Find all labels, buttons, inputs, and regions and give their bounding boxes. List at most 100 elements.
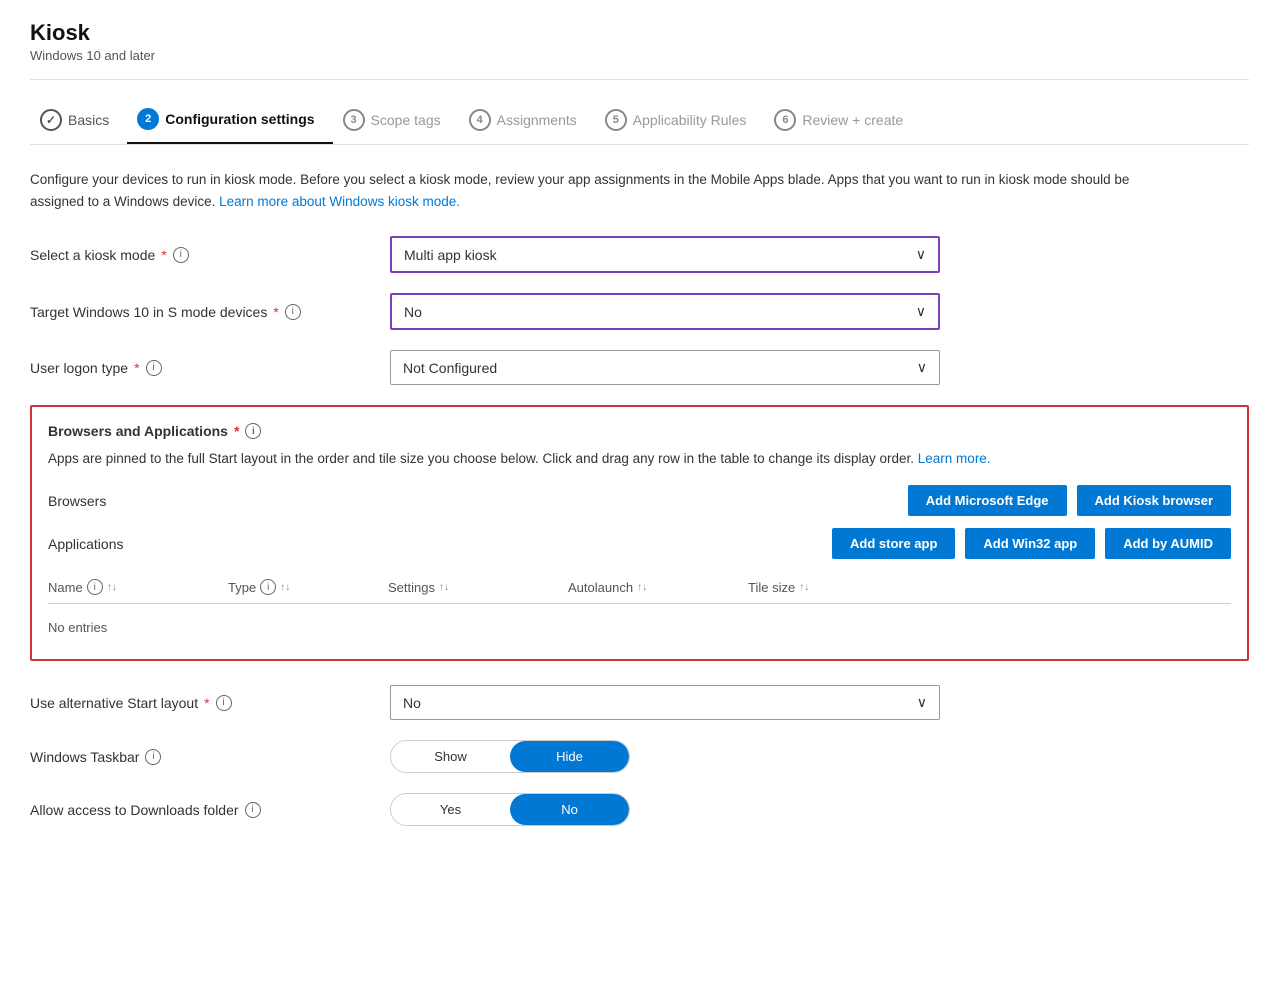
wizard-step-assignments[interactable]: 4 Assignments: [459, 97, 595, 143]
table-header: Name i ↑↓ Type i ↑↓ Settings ↑↓ Autolaun…: [48, 571, 1231, 604]
no-entries: No entries: [48, 612, 1231, 643]
target-windows-required: *: [273, 304, 278, 320]
col-type-sort-icon[interactable]: ↑↓: [280, 582, 290, 593]
add-win32-app-button[interactable]: Add Win32 app: [965, 528, 1095, 559]
user-logon-select[interactable]: Not Configured ∨: [390, 350, 940, 385]
col-tilesize-sort-icon[interactable]: ↑↓: [799, 582, 809, 593]
user-logon-info-icon: i: [146, 360, 162, 376]
col-autolaunch-sort-icon[interactable]: ↑↓: [637, 582, 647, 593]
kiosk-mode-label: Select a kiosk mode * i: [30, 247, 370, 263]
col-name-sort-icon[interactable]: ↑↓: [107, 582, 117, 593]
windows-taskbar-show-option[interactable]: Show: [391, 741, 510, 772]
add-by-aumid-button[interactable]: Add by AUMID: [1105, 528, 1231, 559]
target-windows-value: No: [404, 304, 422, 320]
step-label-applicability: Applicability Rules: [633, 112, 747, 128]
step-circle-scopetags: 3: [343, 109, 365, 131]
downloads-folder-label: Allow access to Downloads folder i: [30, 802, 370, 818]
kiosk-mode-value: Multi app kiosk: [404, 247, 497, 263]
col-settings-sort-icon[interactable]: ↑↓: [439, 582, 449, 593]
col-settings: Settings ↑↓: [388, 580, 548, 595]
page-title: Kiosk: [30, 20, 1249, 46]
user-logon-label: User logon type * i: [30, 360, 370, 376]
use-alt-start-info-icon: i: [216, 695, 232, 711]
step-label-review: Review + create: [802, 112, 903, 128]
wizard-step-applicability[interactable]: 5 Applicability Rules: [595, 97, 765, 143]
user-logon-required: *: [134, 360, 139, 376]
downloads-folder-yes-option[interactable]: Yes: [391, 794, 510, 825]
section-info-icon: i: [245, 423, 261, 439]
section-learn-more-link[interactable]: Learn more.: [918, 451, 991, 466]
wizard-steps: ✓ Basics 2 Configuration settings 3 Scop…: [30, 96, 1249, 145]
target-windows-row: Target Windows 10 in S mode devices * i …: [30, 293, 1249, 330]
user-logon-value: Not Configured: [403, 360, 497, 376]
col-name-label: Name: [48, 580, 83, 595]
col-type: Type i ↑↓: [228, 579, 368, 595]
col-type-info-icon: i: [260, 579, 276, 595]
kiosk-mode-info-icon: i: [173, 247, 189, 263]
add-store-app-button[interactable]: Add store app: [832, 528, 955, 559]
wizard-step-scopetags[interactable]: 3 Scope tags: [333, 97, 459, 143]
col-autolaunch: Autolaunch ↑↓: [568, 580, 728, 595]
step-label-configuration: Configuration settings: [165, 111, 314, 127]
learn-more-link[interactable]: Learn more about Windows kiosk mode.: [219, 194, 460, 209]
wizard-step-review[interactable]: 6 Review + create: [764, 97, 921, 143]
step-label-assignments: Assignments: [497, 112, 577, 128]
col-autolaunch-label: Autolaunch: [568, 580, 633, 595]
downloads-folder-toggle[interactable]: Yes No: [390, 793, 630, 826]
browsers-label: Browsers: [48, 493, 248, 509]
col-type-label: Type: [228, 580, 256, 595]
use-alt-start-required: *: [204, 695, 209, 711]
kiosk-mode-arrow-icon: ∨: [916, 246, 926, 263]
downloads-folder-info-icon: i: [245, 802, 261, 818]
col-name-info-icon: i: [87, 579, 103, 595]
applications-row: Applications Add store app Add Win32 app…: [48, 528, 1231, 559]
step-circle-applicability: 5: [605, 109, 627, 131]
kiosk-mode-select[interactable]: Multi app kiosk ∨: [390, 236, 940, 273]
downloads-folder-row: Allow access to Downloads folder i Yes N…: [30, 793, 1249, 826]
step-circle-configuration: 2: [137, 108, 159, 130]
step-circle-assignments: 4: [469, 109, 491, 131]
section-description: Apps are pinned to the full Start layout…: [48, 449, 1231, 469]
wizard-step-basics[interactable]: ✓ Basics: [30, 97, 127, 143]
windows-taskbar-row: Windows Taskbar i Show Hide: [30, 740, 1249, 773]
windows-taskbar-toggle[interactable]: Show Hide: [390, 740, 630, 773]
browsers-applications-section: Browsers and Applications * i Apps are p…: [30, 405, 1249, 661]
target-windows-label: Target Windows 10 in S mode devices * i: [30, 304, 370, 320]
use-alt-start-select[interactable]: No ∨: [390, 685, 940, 720]
use-alt-start-row: Use alternative Start layout * i No ∨: [30, 685, 1249, 720]
add-microsoft-edge-button[interactable]: Add Microsoft Edge: [908, 485, 1067, 516]
windows-taskbar-info-icon: i: [145, 749, 161, 765]
target-windows-info-icon: i: [285, 304, 301, 320]
step-label-basics: Basics: [68, 112, 109, 128]
description-text: Configure your devices to run in kiosk m…: [30, 169, 1130, 212]
step-circle-review: 6: [774, 109, 796, 131]
browsers-row: Browsers Add Microsoft Edge Add Kiosk br…: [48, 485, 1231, 516]
kiosk-mode-row: Select a kiosk mode * i Multi app kiosk …: [30, 236, 1249, 273]
col-tilesize: Tile size ↑↓: [748, 580, 868, 595]
user-logon-arrow-icon: ∨: [917, 359, 927, 376]
step-circle-basics: ✓: [40, 109, 62, 131]
applications-label: Applications: [48, 536, 248, 552]
section-required: *: [234, 423, 239, 439]
use-alt-start-value: No: [403, 695, 421, 711]
target-windows-select[interactable]: No ∨: [390, 293, 940, 330]
downloads-folder-no-option[interactable]: No: [510, 794, 629, 825]
user-logon-row: User logon type * i Not Configured ∨: [30, 350, 1249, 385]
use-alt-start-arrow-icon: ∨: [917, 694, 927, 711]
section-title: Browsers and Applications * i: [48, 423, 1231, 439]
step-label-scopetags: Scope tags: [371, 112, 441, 128]
header-divider: [30, 79, 1249, 80]
page-subtitle: Windows 10 and later: [30, 48, 1249, 63]
windows-taskbar-hide-option[interactable]: Hide: [510, 741, 629, 772]
add-kiosk-browser-button[interactable]: Add Kiosk browser: [1077, 485, 1231, 516]
col-tilesize-label: Tile size: [748, 580, 795, 595]
wizard-step-configuration[interactable]: 2 Configuration settings: [127, 96, 332, 144]
use-alt-start-label: Use alternative Start layout * i: [30, 695, 370, 711]
description-text-content: Configure your devices to run in kiosk m…: [30, 172, 1129, 209]
target-windows-arrow-icon: ∨: [916, 303, 926, 320]
windows-taskbar-label: Windows Taskbar i: [30, 749, 370, 765]
col-settings-label: Settings: [388, 580, 435, 595]
col-name: Name i ↑↓: [48, 579, 208, 595]
page-header: Kiosk Windows 10 and later: [30, 20, 1249, 63]
kiosk-mode-required: *: [161, 247, 166, 263]
